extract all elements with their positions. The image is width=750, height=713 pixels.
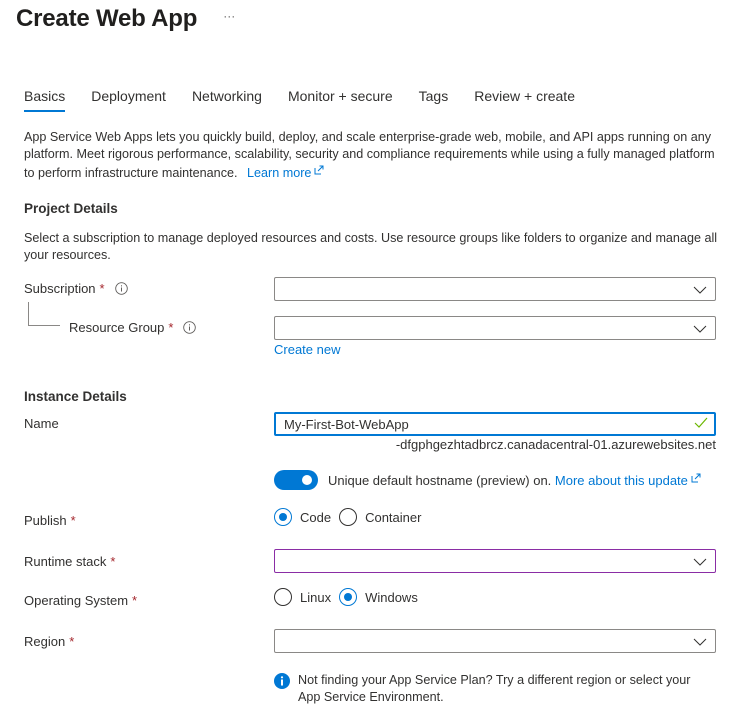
project-details-description: Select a subscription to manage deployed… <box>24 231 718 262</box>
publish-code-radio[interactable]: Code <box>274 508 331 526</box>
unique-hostname-text: Unique default hostname (preview) on. Mo… <box>328 471 701 488</box>
radio-label: Code <box>300 509 332 525</box>
tab-tags[interactable]: Tags <box>419 88 449 112</box>
publish-radio-group: Code Container <box>274 508 429 526</box>
intro-description: App Service Web Apps lets you quickly bu… <box>24 130 715 180</box>
tab-deployment[interactable]: Deployment <box>91 88 166 112</box>
radio-circle <box>339 508 358 526</box>
hostname-suffix: -dfgphgezhtadbrcz.canadacentral-01.azure… <box>395 437 716 452</box>
toggle-knob <box>302 475 312 485</box>
required-asterisk: * <box>168 320 174 335</box>
tab-bar: Basics Deployment Networking Monitor + s… <box>24 88 601 112</box>
chevron-down-icon <box>693 555 707 570</box>
name-label: Name <box>24 416 59 431</box>
publish-label: Publish * <box>24 513 76 528</box>
subscription-label-text: Subscription <box>24 281 96 296</box>
required-asterisk: * <box>70 513 76 528</box>
operating-system-label-text: Operating System <box>24 593 129 608</box>
runtime-stack-dropdown[interactable] <box>274 549 716 573</box>
page-title: Create Web App <box>16 5 198 32</box>
tab-networking[interactable]: Networking <box>192 88 262 112</box>
radio-circle <box>274 588 292 606</box>
toggle-description: Unique default hostname (preview) on. <box>328 473 552 488</box>
radio-circle <box>339 588 358 606</box>
radio-label: Windows <box>365 589 418 605</box>
required-asterisk: * <box>110 554 116 569</box>
tab-review-create[interactable]: Review + create <box>474 88 575 112</box>
os-radio-group: Linux Windows <box>274 588 426 606</box>
intro-text: App Service Web Apps lets you quickly bu… <box>24 129 724 182</box>
app-service-plan-notice: Not finding your App Service Plan? Try a… <box>274 672 714 706</box>
radio-circle <box>274 508 292 526</box>
resource-group-label-text: Resource Group <box>69 320 165 335</box>
operating-system-label: Operating System * <box>24 593 137 608</box>
tab-basics[interactable]: Basics <box>24 88 66 112</box>
unique-hostname-toggle[interactable] <box>274 470 318 490</box>
runtime-stack-label: Runtime stack * <box>24 554 115 569</box>
external-link-icon <box>314 163 324 180</box>
info-filled-icon <box>274 673 290 706</box>
learn-more-label: Learn more <box>247 166 312 180</box>
required-asterisk: * <box>69 634 75 649</box>
runtime-stack-label-text: Runtime stack <box>24 554 107 569</box>
chevron-down-icon <box>693 283 707 298</box>
title-row: Create Web App ··· <box>16 5 235 33</box>
info-icon[interactable] <box>183 321 197 334</box>
create-new-resource-group-link[interactable]: Create new <box>274 342 340 357</box>
more-options-button[interactable]: ··· <box>223 9 235 23</box>
radio-label: Container <box>365 509 422 525</box>
os-windows-radio[interactable]: Windows <box>339 588 418 606</box>
tree-connector <box>28 302 60 326</box>
publish-label-text: Publish <box>24 513 67 528</box>
resource-group-dropdown[interactable] <box>274 316 716 340</box>
more-about-update-label: More about this update <box>554 473 688 488</box>
subscription-dropdown[interactable] <box>274 277 716 301</box>
more-about-update-link[interactable]: More about this update <box>555 473 701 488</box>
chevron-down-icon <box>693 635 707 650</box>
required-asterisk: * <box>99 281 105 296</box>
subscription-label: Subscription * <box>24 281 128 296</box>
radio-label: Linux <box>300 589 332 605</box>
publish-container-radio[interactable]: Container <box>339 508 421 526</box>
info-icon[interactable] <box>114 282 128 295</box>
learn-more-link[interactable]: Learn more <box>247 163 324 180</box>
tab-monitor-secure[interactable]: Monitor + secure <box>288 88 393 112</box>
name-input-value: My-First-Bot-WebApp <box>284 416 409 432</box>
region-dropdown[interactable] <box>274 629 716 653</box>
instance-details-heading: Instance Details <box>24 389 127 404</box>
os-linux-radio[interactable]: Linux <box>274 588 331 606</box>
project-details-heading: Project Details <box>24 201 118 216</box>
external-link-icon <box>691 471 701 486</box>
region-label-text: Region <box>24 634 66 649</box>
required-asterisk: * <box>132 593 138 608</box>
resource-group-label: Resource Group * <box>69 320 197 335</box>
name-input[interactable]: My-First-Bot-WebApp <box>274 412 716 436</box>
region-label: Region * <box>24 634 74 649</box>
chevron-down-icon <box>693 322 707 337</box>
notice-text: Not finding your App Service Plan? Try a… <box>298 673 691 704</box>
checkmark-icon <box>694 417 708 432</box>
name-label-text: Name <box>24 416 59 431</box>
